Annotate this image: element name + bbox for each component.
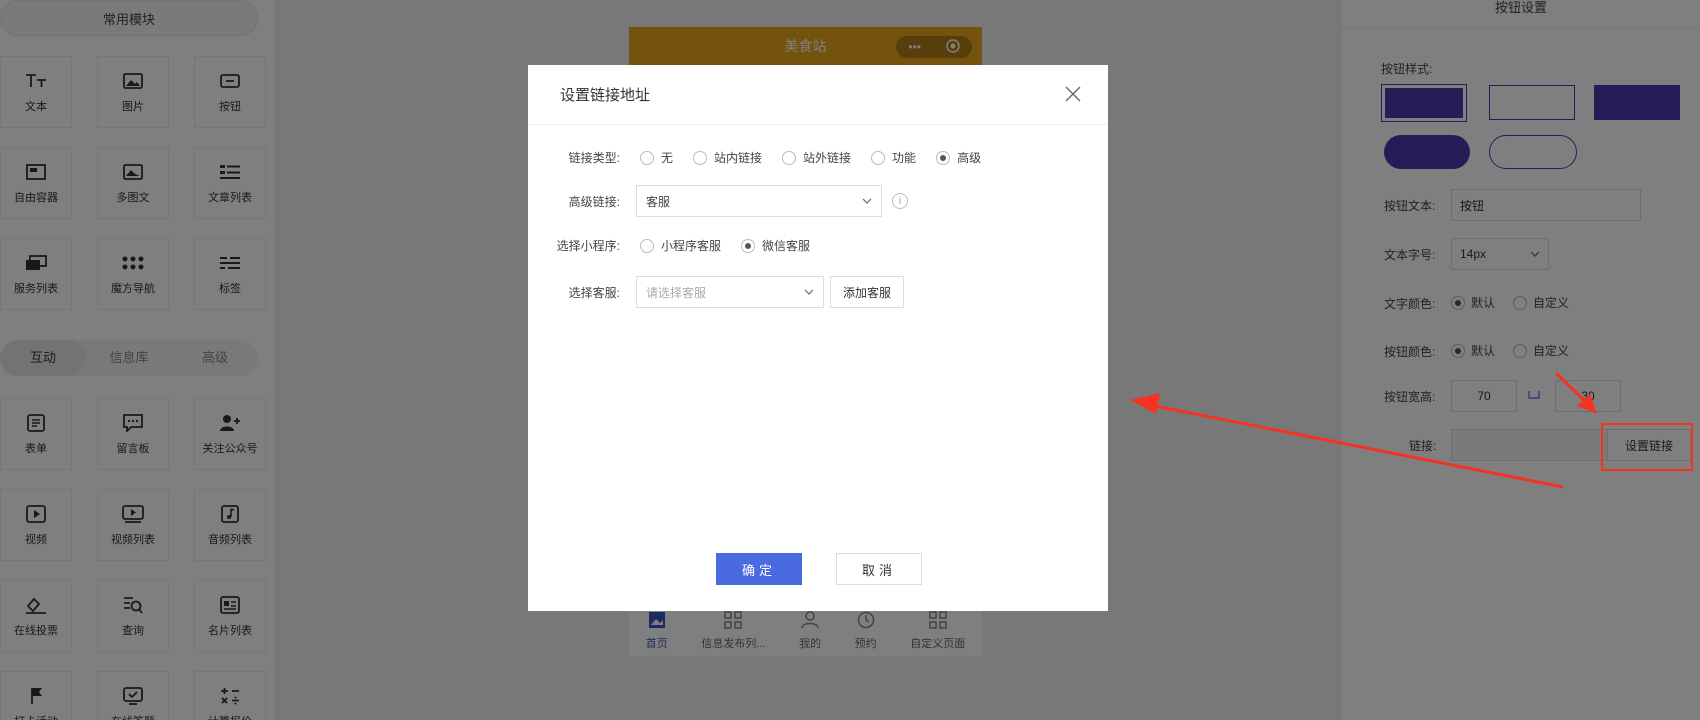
radio-label: 微信客服 xyxy=(762,239,811,253)
advanced-link-value: 客服 xyxy=(646,194,671,209)
link-type-option[interactable]: 功能 xyxy=(871,149,916,166)
advanced-link-select[interactable]: 客服 xyxy=(636,185,882,217)
advanced-link-row: 高级链接: 客服 i xyxy=(528,185,908,217)
radio-unchecked-icon xyxy=(640,150,654,165)
service-placeholder: 请选择客服 xyxy=(646,285,707,300)
radio-checked-icon xyxy=(936,150,951,165)
radio-label: 站内链接 xyxy=(714,151,763,165)
dialog-header: 设置链接地址 xyxy=(528,65,1108,125)
service-select[interactable]: 请选择客服 xyxy=(636,276,824,308)
radio-unchecked-icon xyxy=(871,150,886,165)
service-row: 选择客服: 请选择客服 添加客服 xyxy=(528,276,905,308)
confirm-button[interactable]: 确定 xyxy=(716,553,802,585)
miniprogram-label: 选择小程序: xyxy=(556,239,620,253)
radio-label: 高级 xyxy=(957,151,982,165)
link-type-label: 链接类型: xyxy=(568,151,620,165)
miniprogram-row: 选择小程序: 小程序客服 微信客服 xyxy=(528,237,830,254)
info-icon[interactable]: i xyxy=(892,193,908,209)
radio-unchecked-icon xyxy=(693,150,708,165)
dialog-title: 设置链接地址 xyxy=(560,87,651,104)
advanced-link-label: 高级链接: xyxy=(568,194,620,209)
link-type-option[interactable]: 无 xyxy=(640,149,673,166)
link-type-options: 无 站内链接 站外链接 功能 高级 xyxy=(640,149,1001,166)
radio-unchecked-icon xyxy=(782,150,797,165)
radio-label: 小程序客服 xyxy=(661,239,722,253)
radio-label: 站外链接 xyxy=(803,151,852,165)
link-type-option[interactable]: 站内链接 xyxy=(693,149,762,166)
highlight-box xyxy=(1601,423,1693,471)
link-type-row: 链接类型: 无 站内链接 站外链接 功能 高级 xyxy=(528,149,1001,166)
close-icon[interactable] xyxy=(1064,85,1082,103)
miniprogram-option[interactable]: 微信客服 xyxy=(741,237,810,254)
radio-label: 无 xyxy=(661,151,674,165)
miniprogram-option[interactable]: 小程序客服 xyxy=(640,237,721,254)
radio-checked-icon xyxy=(741,238,756,253)
radio-label: 功能 xyxy=(892,151,917,165)
add-service-button[interactable]: 添加客服 xyxy=(830,276,905,308)
link-settings-dialog: 设置链接地址 链接类型: 无 站内链接 站外链接 功能 高级 高级链接: 客服 i 选择… xyxy=(528,65,1108,611)
link-type-option[interactable]: 站外链接 xyxy=(782,149,851,166)
service-label: 选择客服: xyxy=(568,285,620,300)
chevron-down-icon xyxy=(862,198,872,204)
radio-unchecked-icon xyxy=(640,238,654,253)
cancel-button[interactable]: 取消 xyxy=(836,553,922,585)
link-type-option[interactable]: 高级 xyxy=(936,149,981,166)
chevron-down-icon xyxy=(804,289,814,295)
miniprogram-options: 小程序客服 微信客服 xyxy=(640,237,830,254)
